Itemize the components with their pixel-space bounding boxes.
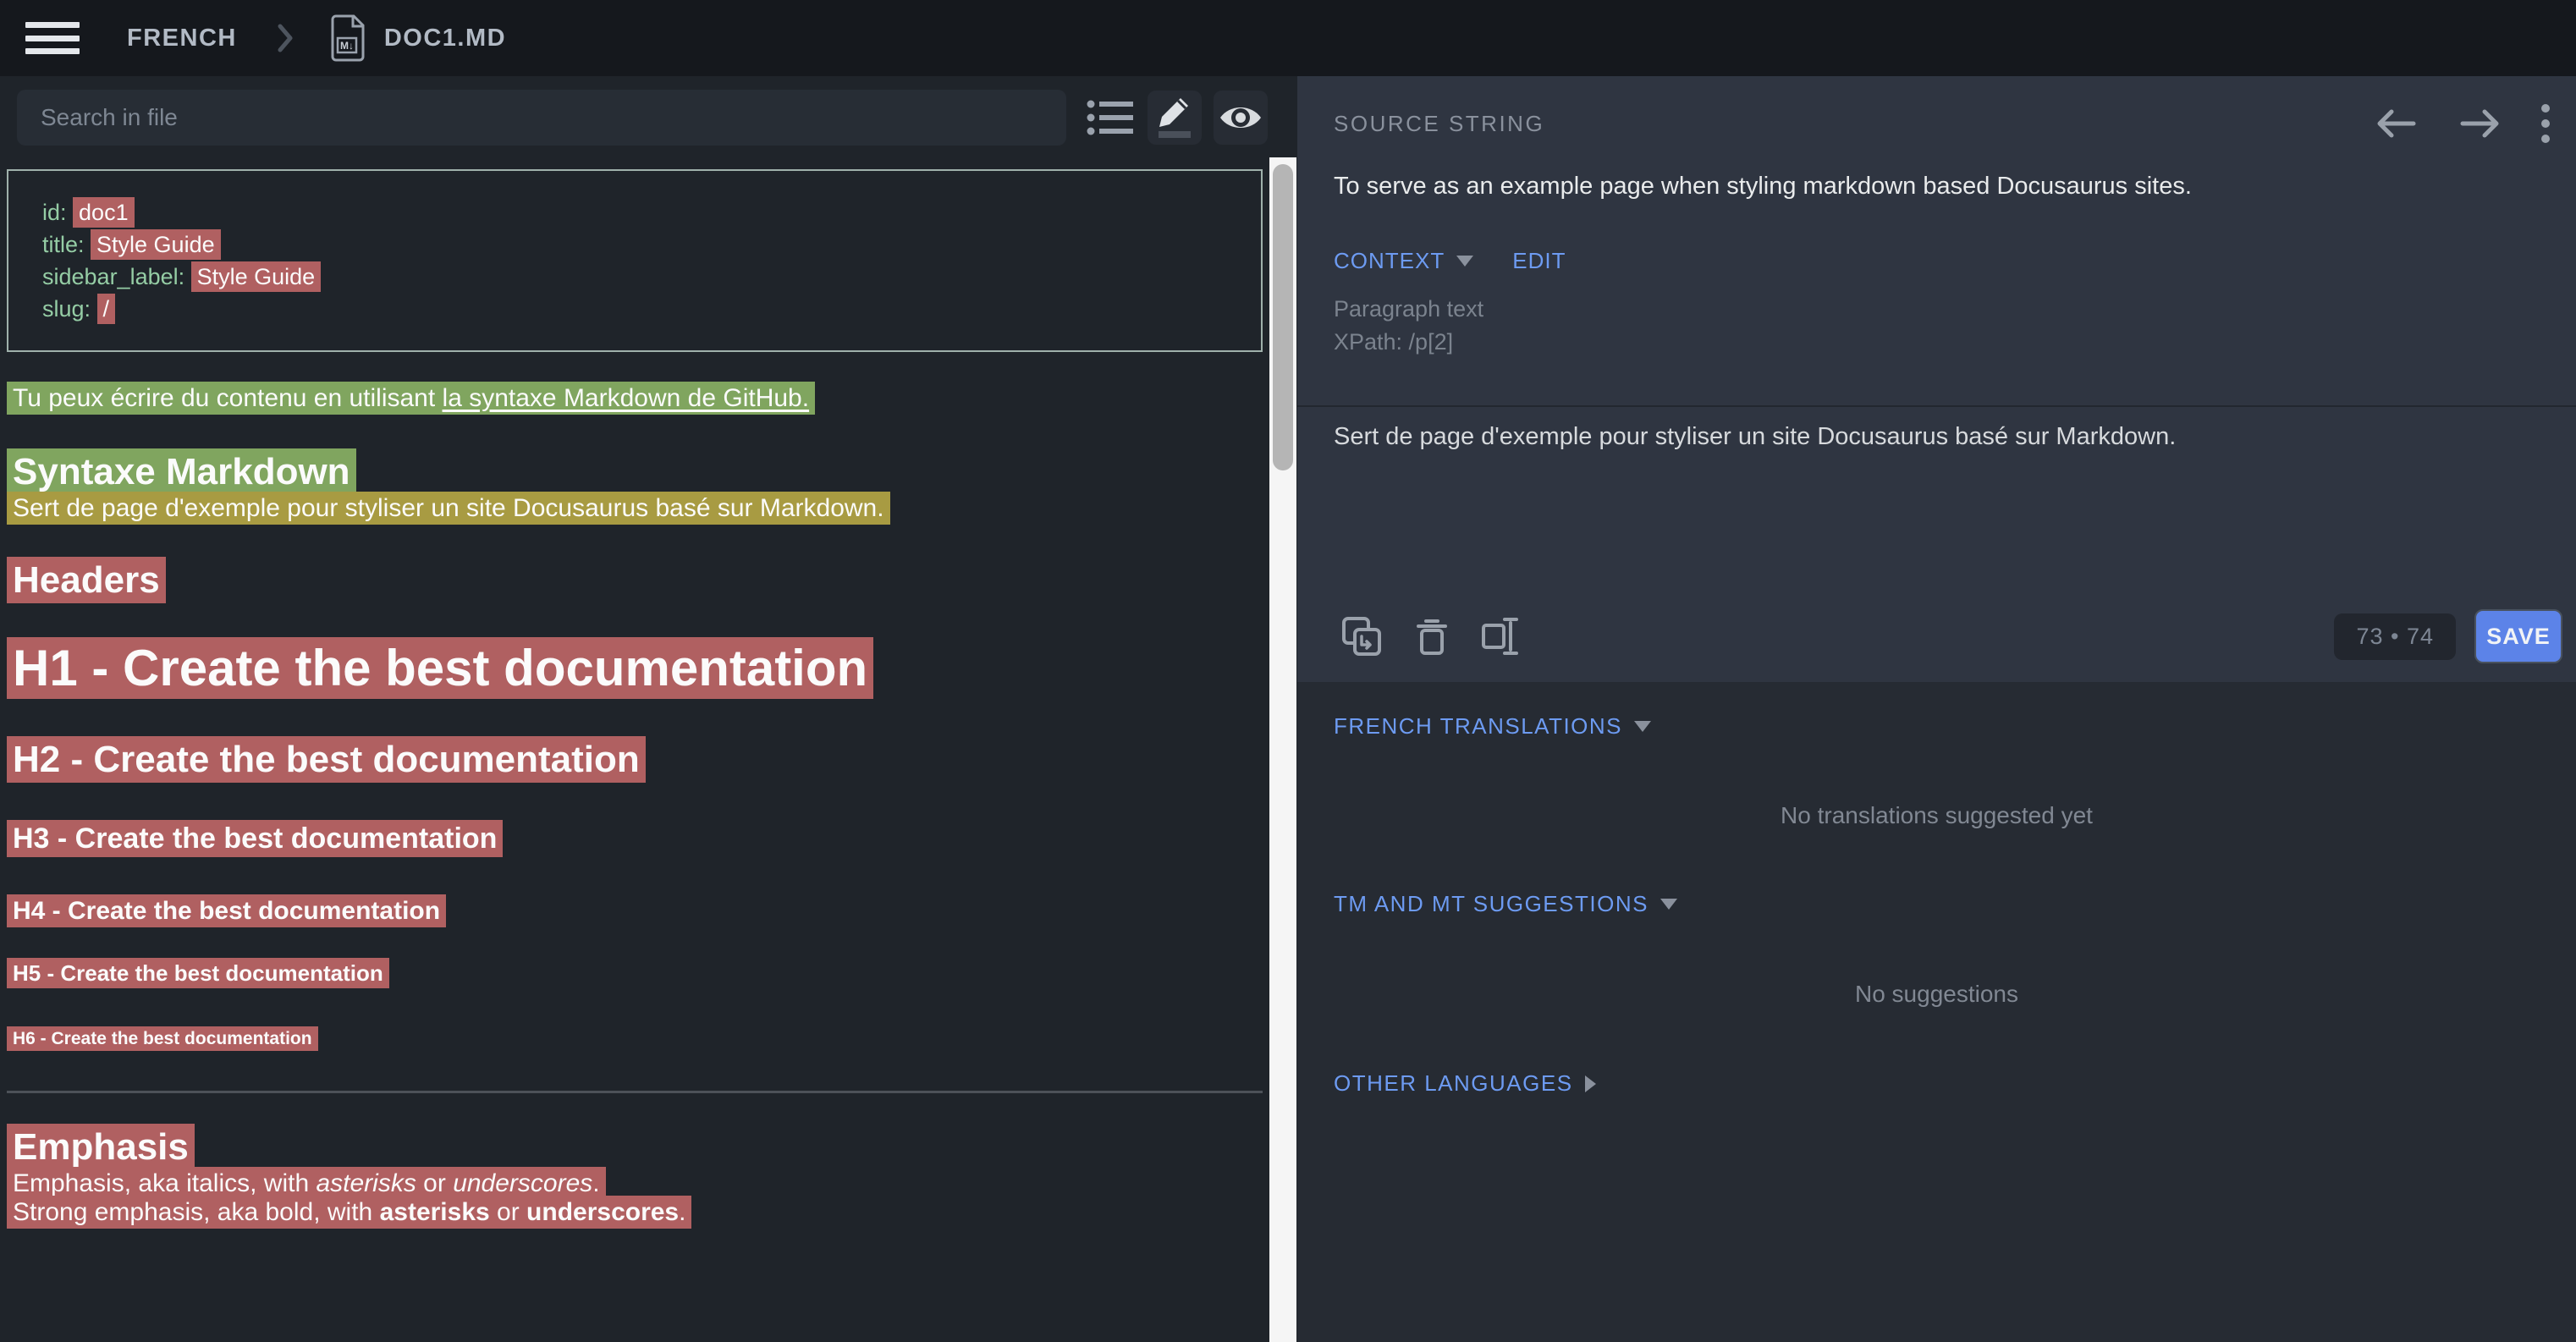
vertical-scrollbar-track[interactable] bbox=[1269, 157, 1296, 1342]
character-counter: 73 • 74 bbox=[2334, 613, 2456, 660]
chevron-down-icon bbox=[1660, 899, 1677, 910]
previous-string-button[interactable] bbox=[2375, 105, 2419, 142]
section-tm-mt-suggestions[interactable]: TM AND MT SUGGESTIONS bbox=[1334, 891, 1677, 917]
string-frontmatter-slug[interactable]: / bbox=[97, 294, 116, 324]
tm-empty-state: No suggestions bbox=[1297, 981, 2576, 1008]
string-h4[interactable]: H4 - Create the best documentation bbox=[7, 895, 1263, 927]
string-h3[interactable]: H3 - Create the best documentation bbox=[7, 821, 1263, 856]
save-button[interactable]: SAVE bbox=[2474, 609, 2562, 663]
context-toggle[interactable]: CONTEXT bbox=[1334, 248, 1445, 274]
string-selected-paragraph[interactable]: Sert de page d'exemple pour styliser un … bbox=[7, 494, 1263, 523]
string-heading-syntax[interactable]: Syntaxe Markdown bbox=[7, 450, 1263, 494]
select-text-button[interactable] bbox=[1482, 616, 1521, 657]
frontmatter-line: id: doc1 bbox=[42, 196, 1227, 228]
string-h1[interactable]: H1 - Create the best documentation bbox=[7, 638, 1263, 699]
section-other-languages[interactable]: OTHER LANGUAGES bbox=[1334, 1070, 1596, 1097]
next-string-button[interactable] bbox=[2458, 105, 2502, 142]
menu-icon[interactable] bbox=[25, 22, 80, 54]
top-bar: FRENCH M↓ DOC1.MD bbox=[0, 0, 2576, 76]
source-string-card: SOURCE STRING To serve as an example pag… bbox=[1297, 76, 2576, 682]
trash-icon bbox=[1416, 616, 1448, 657]
list-icon bbox=[1087, 97, 1136, 138]
horizontal-rule bbox=[7, 1091, 1263, 1093]
document-preview: id: doc1 title: Style Guide sidebar_labe… bbox=[0, 152, 1269, 1342]
svg-text:M↓: M↓ bbox=[340, 40, 354, 52]
string-frontmatter-id[interactable]: doc1 bbox=[73, 197, 135, 228]
section-french-translations[interactable]: FRENCH TRANSLATIONS bbox=[1334, 713, 1651, 740]
search-input[interactable] bbox=[17, 90, 1066, 146]
context-type-text: Paragraph text bbox=[1334, 296, 1483, 322]
context-xpath-text: XPath: /p[2] bbox=[1334, 329, 1453, 355]
pencil-icon bbox=[1158, 97, 1192, 128]
markdown-file-icon: M↓ bbox=[330, 14, 366, 62]
edit-mode-button[interactable] bbox=[1148, 91, 1202, 145]
string-strong-paragraph[interactable]: Strong emphasis, aka bold, with asterisk… bbox=[7, 1198, 1263, 1227]
string-heading-headers[interactable]: Headers bbox=[7, 558, 1263, 602]
string-intro-paragraph[interactable]: Tu peux écrire du contenu en utilisant l… bbox=[7, 384, 1263, 413]
source-string-header: SOURCE STRING bbox=[1334, 111, 1544, 137]
source-string-text: To serve as an example page when styling… bbox=[1334, 171, 2542, 201]
frontmatter-line: slug: / bbox=[42, 293, 1227, 325]
divider bbox=[1297, 405, 2576, 407]
chevron-down-icon bbox=[1634, 721, 1651, 732]
kebab-menu-icon bbox=[2540, 103, 2551, 144]
string-h2[interactable]: H2 - Create the best documentation bbox=[7, 738, 1263, 782]
translation-panel: SOURCE STRING To serve as an example pag… bbox=[1297, 76, 2576, 1342]
eye-icon bbox=[1219, 102, 1263, 133]
markdown-link-text: la syntaxe Markdown de GitHub. bbox=[443, 384, 810, 412]
frontmatter-line: sidebar_label: Style Guide bbox=[42, 261, 1227, 293]
file-preview-panel: id: doc1 title: Style Guide sidebar_labe… bbox=[0, 76, 1269, 1342]
string-h5[interactable]: H5 - Create the best documentation bbox=[7, 960, 1263, 987]
chevron-right-icon bbox=[276, 22, 296, 54]
frontmatter-line: title: Style Guide bbox=[42, 228, 1227, 261]
breadcrumb-project[interactable]: FRENCH bbox=[127, 25, 237, 52]
copy-source-icon bbox=[1341, 616, 1382, 657]
arrow-right-icon bbox=[2458, 105, 2502, 142]
string-list-view-button[interactable] bbox=[1084, 91, 1138, 145]
breadcrumb-file[interactable]: DOC1.MD bbox=[384, 25, 506, 52]
string-emphasis-paragraph[interactable]: Emphasis, aka italics, with asterisks or… bbox=[7, 1169, 1263, 1198]
translations-empty-state: No translations suggested yet bbox=[1297, 802, 2576, 829]
string-h6[interactable]: H6 - Create the best documentation bbox=[7, 1027, 1263, 1050]
chevron-down-icon bbox=[1456, 256, 1473, 267]
translation-input[interactable]: Sert de page d'exemple pour styliser un … bbox=[1334, 421, 2542, 591]
string-frontmatter-sidebar-label[interactable]: Style Guide bbox=[191, 261, 322, 292]
copy-source-button[interactable] bbox=[1341, 616, 1382, 657]
translation-toolbar: 73 • 74 SAVE bbox=[1297, 604, 2562, 668]
text-selection-icon bbox=[1482, 616, 1521, 657]
more-options-button[interactable] bbox=[2540, 103, 2551, 144]
vertical-scrollbar-thumb[interactable] bbox=[1273, 164, 1293, 470]
arrow-left-icon bbox=[2375, 105, 2419, 142]
string-frontmatter-title[interactable]: Style Guide bbox=[91, 229, 221, 260]
frontmatter-block: id: doc1 title: Style Guide sidebar_labe… bbox=[7, 169, 1263, 352]
clear-translation-button[interactable] bbox=[1416, 616, 1448, 657]
string-heading-emphasis[interactable]: Emphasis bbox=[7, 1125, 1263, 1169]
preview-mode-button[interactable] bbox=[1214, 91, 1268, 145]
chevron-right-icon bbox=[1585, 1075, 1596, 1092]
context-edit-link[interactable]: EDIT bbox=[1512, 248, 1566, 274]
